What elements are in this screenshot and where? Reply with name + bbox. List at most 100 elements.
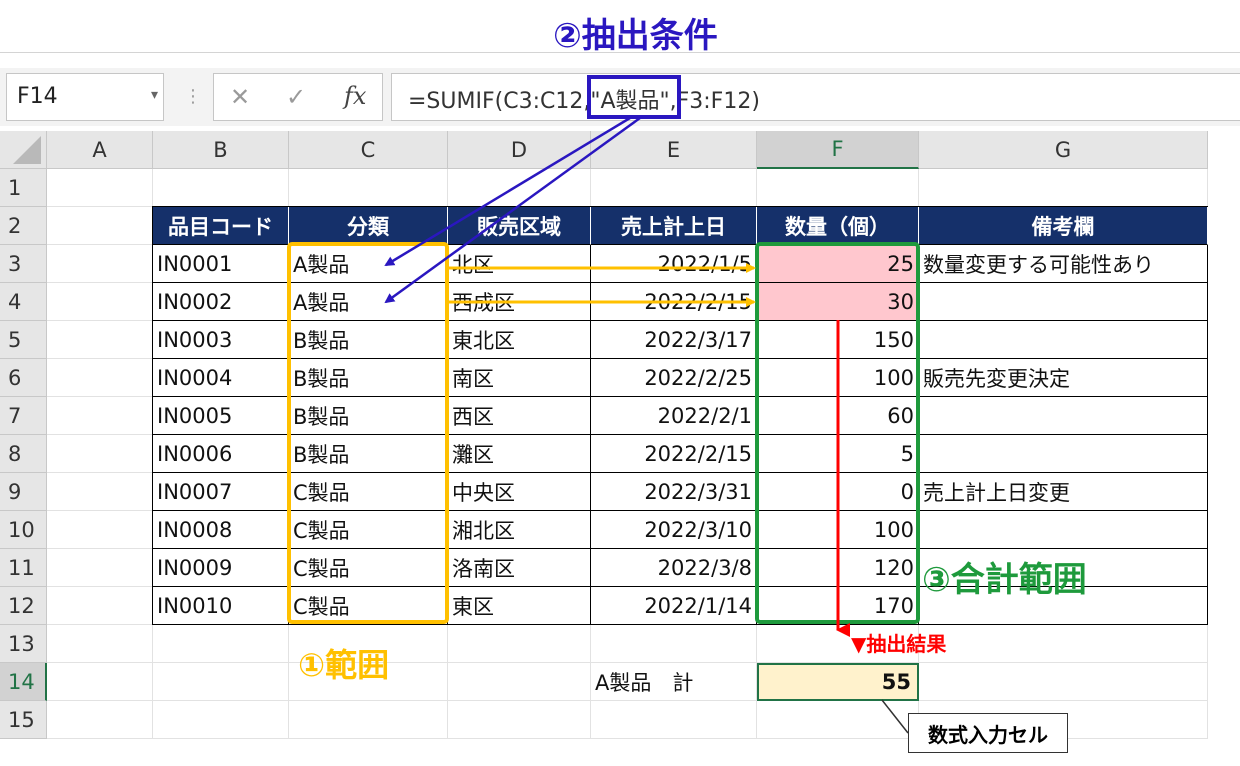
- row-header-6[interactable]: 6: [0, 359, 47, 397]
- table-cell[interactable]: 西成区: [448, 283, 591, 321]
- column-header-g[interactable]: G: [919, 131, 1208, 169]
- table-cell[interactable]: IN0006: [153, 435, 289, 473]
- table-cell[interactable]: 100: [757, 511, 919, 549]
- empty-cell[interactable]: [153, 169, 289, 207]
- row-header-14[interactable]: 14: [0, 663, 47, 701]
- empty-cell[interactable]: [153, 701, 289, 739]
- table-cell[interactable]: 販売先変更決定: [919, 359, 1208, 397]
- table-cell[interactable]: 2022/3/10: [591, 511, 757, 549]
- table-cell[interactable]: 150: [757, 321, 919, 359]
- empty-cell[interactable]: [153, 663, 289, 701]
- empty-cell[interactable]: [47, 359, 153, 397]
- table-cell[interactable]: C製品: [289, 587, 448, 625]
- empty-cell[interactable]: [47, 397, 153, 435]
- empty-cell[interactable]: [919, 625, 1208, 663]
- row-header-11[interactable]: 11: [0, 549, 47, 587]
- empty-cell[interactable]: [289, 169, 448, 207]
- table-cell[interactable]: 25: [757, 245, 919, 283]
- column-header-f[interactable]: F: [757, 131, 919, 169]
- empty-cell[interactable]: [47, 701, 153, 739]
- empty-cell[interactable]: [757, 701, 919, 739]
- table-cell[interactable]: 2022/3/17: [591, 321, 757, 359]
- empty-cell[interactable]: [47, 549, 153, 587]
- empty-cell[interactable]: [591, 625, 757, 663]
- empty-cell[interactable]: [591, 701, 757, 739]
- table-cell[interactable]: 東区: [448, 587, 591, 625]
- empty-cell[interactable]: [47, 435, 153, 473]
- empty-cell[interactable]: [757, 169, 919, 207]
- table-cell[interactable]: 120: [757, 549, 919, 587]
- table-cell[interactable]: B製品: [289, 435, 448, 473]
- table-cell[interactable]: 2022/2/15: [591, 283, 757, 321]
- table-cell[interactable]: C製品: [289, 511, 448, 549]
- table-cell[interactable]: 北区: [448, 245, 591, 283]
- row-header-15[interactable]: 15: [0, 701, 47, 739]
- table-cell[interactable]: IN0010: [153, 587, 289, 625]
- table-header-cell[interactable]: 販売区域: [448, 207, 591, 245]
- table-cell[interactable]: 170: [757, 587, 919, 625]
- drag-handle-icon[interactable]: ⋮: [184, 86, 202, 107]
- empty-cell[interactable]: [591, 169, 757, 207]
- table-header-cell[interactable]: 数量（個）: [757, 207, 919, 245]
- empty-cell[interactable]: [919, 169, 1208, 207]
- table-cell[interactable]: IN0004: [153, 359, 289, 397]
- table-cell[interactable]: 売上計上日変更: [919, 473, 1208, 511]
- row-header-3[interactable]: 3: [0, 245, 47, 283]
- chevron-down-icon[interactable]: ▾: [151, 87, 158, 103]
- table-header-cell[interactable]: 備考欄: [919, 207, 1208, 245]
- name-box[interactable]: F14 ▾: [6, 73, 164, 121]
- table-cell[interactable]: 60: [757, 397, 919, 435]
- table-cell[interactable]: 2022/1/5: [591, 245, 757, 283]
- table-cell[interactable]: C製品: [289, 473, 448, 511]
- table-cell[interactable]: 南区: [448, 359, 591, 397]
- table-cell[interactable]: 西区: [448, 397, 591, 435]
- table-cell[interactable]: IN0007: [153, 473, 289, 511]
- table-cell[interactable]: 東北区: [448, 321, 591, 359]
- table-cell[interactable]: 数量変更する可能性あり: [919, 245, 1208, 283]
- column-header-b[interactable]: B: [153, 131, 289, 169]
- close-icon[interactable]: ✕: [230, 83, 250, 111]
- empty-cell[interactable]: [47, 245, 153, 283]
- table-cell[interactable]: 2022/2/1: [591, 397, 757, 435]
- result-cell[interactable]: 55: [757, 663, 919, 701]
- empty-cell[interactable]: [47, 625, 153, 663]
- empty-cell[interactable]: [47, 587, 153, 625]
- empty-cell[interactable]: [289, 701, 448, 739]
- table-cell[interactable]: [919, 283, 1208, 321]
- row-header-8[interactable]: 8: [0, 435, 47, 473]
- row-header-1[interactable]: 1: [0, 169, 47, 207]
- table-cell[interactable]: [919, 435, 1208, 473]
- table-cell[interactable]: IN0003: [153, 321, 289, 359]
- row-header-9[interactable]: 9: [0, 473, 47, 511]
- empty-cell[interactable]: [47, 207, 153, 245]
- row-header-4[interactable]: 4: [0, 283, 47, 321]
- empty-cell[interactable]: [448, 701, 591, 739]
- table-cell[interactable]: 2022/2/25: [591, 359, 757, 397]
- table-cell[interactable]: 100: [757, 359, 919, 397]
- table-cell[interactable]: 5: [757, 435, 919, 473]
- column-header-a[interactable]: A: [47, 131, 153, 169]
- table-cell[interactable]: 洛南区: [448, 549, 591, 587]
- table-cell[interactable]: B製品: [289, 321, 448, 359]
- table-cell[interactable]: IN0005: [153, 397, 289, 435]
- table-header-cell[interactable]: 品目コード: [153, 207, 289, 245]
- empty-cell[interactable]: [47, 473, 153, 511]
- empty-cell[interactable]: [47, 283, 153, 321]
- empty-cell[interactable]: [448, 663, 591, 701]
- table-cell[interactable]: 湘北区: [448, 511, 591, 549]
- empty-cell[interactable]: [47, 511, 153, 549]
- table-cell[interactable]: IN0002: [153, 283, 289, 321]
- empty-cell[interactable]: [448, 625, 591, 663]
- empty-cell[interactable]: [47, 663, 153, 701]
- table-cell[interactable]: A製品: [289, 245, 448, 283]
- table-cell[interactable]: B製品: [289, 397, 448, 435]
- column-header-d[interactable]: D: [448, 131, 591, 169]
- row-header-5[interactable]: 5: [0, 321, 47, 359]
- row-header-7[interactable]: 7: [0, 397, 47, 435]
- table-cell[interactable]: C製品: [289, 549, 448, 587]
- row-header-12[interactable]: 12: [0, 587, 47, 625]
- table-cell[interactable]: IN0001: [153, 245, 289, 283]
- row-header-13[interactable]: 13: [0, 625, 47, 663]
- table-cell[interactable]: 2022/1/14: [591, 587, 757, 625]
- empty-cell[interactable]: [153, 625, 289, 663]
